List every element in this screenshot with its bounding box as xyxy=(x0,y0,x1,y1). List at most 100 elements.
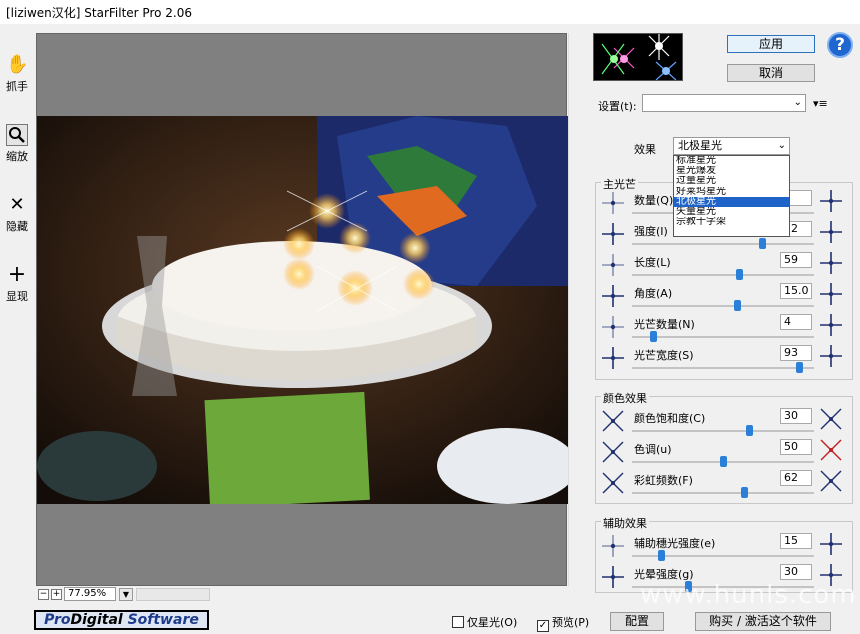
checkbox-checked-icon: ✓ xyxy=(537,620,549,632)
effect-option[interactable]: 过量星光 xyxy=(674,176,789,186)
chevron-down-icon: ⌄ xyxy=(777,140,786,151)
chevron-down-icon: ⌄ xyxy=(793,97,802,108)
param-slider-track[interactable] xyxy=(632,274,814,276)
param-value-field[interactable]: 50 xyxy=(780,439,812,455)
slider-row: 光芒宽度(S) 93 xyxy=(600,345,850,375)
slider-row: 光芒数量(N) 4 xyxy=(600,314,850,344)
reset-button[interactable]: 配置 xyxy=(610,612,664,631)
tool-hand[interactable]: ✋ 抓手 xyxy=(2,54,32,94)
param-value-field[interactable]: 62 xyxy=(780,470,812,486)
param-right-star-icon xyxy=(818,406,846,434)
zoom-out-button[interactable]: − xyxy=(38,589,49,600)
param-label: 辅助穗光强度(e) xyxy=(634,537,716,550)
param-value-field[interactable]: 4 xyxy=(780,314,812,330)
settings-menu-icon[interactable]: ▾≡ xyxy=(813,97,828,110)
param-label: 强度(I) xyxy=(634,225,668,238)
tool-show[interactable]: + 显现 xyxy=(2,264,32,304)
zoom-dropdown-button[interactable]: ▼ xyxy=(119,588,133,601)
param-slider-track[interactable] xyxy=(632,367,814,369)
param-left-star-icon xyxy=(600,564,626,590)
param-slider-track[interactable] xyxy=(632,243,814,245)
param-slider-knob[interactable] xyxy=(736,269,743,280)
param-slider-knob[interactable] xyxy=(741,487,748,498)
title-bar: [liziwen汉化] StarFilter Pro 2.06 xyxy=(0,0,860,24)
stars-only-checkbox[interactable]: 仅星光(O) xyxy=(452,614,517,630)
param-slider-knob[interactable] xyxy=(734,300,741,311)
zoom-in-button[interactable]: + xyxy=(51,589,62,600)
tool-hide[interactable]: ✕ 隐藏 xyxy=(2,194,32,234)
param-left-star-icon xyxy=(600,190,626,216)
effect-option[interactable]: 标准星光 xyxy=(674,156,789,166)
param-value-field[interactable]: 59 xyxy=(780,252,812,268)
effect-label: 效果 xyxy=(634,143,656,156)
slider-row: 角度(A) 15.0 xyxy=(600,283,850,313)
param-value-field[interactable]: 15.0 xyxy=(780,283,812,299)
param-left-star-icon xyxy=(600,408,626,434)
apply-button[interactable]: 应用 xyxy=(727,35,815,53)
horizontal-scrollbar[interactable] xyxy=(136,588,210,601)
aux-effects-title: 辅助效果 xyxy=(601,515,649,531)
effect-option[interactable]: 星光爆发 xyxy=(674,166,789,176)
tool-hide-label: 隐藏 xyxy=(6,220,28,233)
tool-show-label: 显现 xyxy=(6,290,28,303)
param-right-star-icon xyxy=(818,250,846,278)
zoom-level-field[interactable]: 77.95% xyxy=(64,587,116,601)
param-right-star-icon xyxy=(818,281,846,309)
cancel-button[interactable]: 取消 xyxy=(727,64,815,82)
param-slider-track[interactable] xyxy=(632,492,814,494)
param-slider-knob[interactable] xyxy=(796,362,803,373)
effect-dropdown-list[interactable]: 标准星光 星光爆发 过量星光 好莱坞星光 北极星光 矢量星光 宗教十字架 xyxy=(673,155,790,237)
param-left-star-icon xyxy=(600,470,626,496)
param-left-star-icon xyxy=(600,345,626,371)
param-label: 长度(L) xyxy=(634,256,671,269)
param-slider-knob[interactable] xyxy=(746,425,753,436)
param-value-field[interactable]: 30 xyxy=(780,408,812,424)
settings-select[interactable]: ⌄ xyxy=(642,94,806,112)
vertical-scrollbar[interactable] xyxy=(568,33,582,586)
param-label: 颜色饱和度(C) xyxy=(634,412,706,425)
param-right-star-icon xyxy=(818,531,846,559)
buy-activate-button[interactable]: 购买 / 激活这个软件 xyxy=(695,612,831,631)
effect-option[interactable]: 宗教十字架 xyxy=(674,217,789,227)
param-slider-track[interactable] xyxy=(632,336,814,338)
tool-zoom[interactable]: 缩放 xyxy=(2,124,32,164)
param-label: 光芒数量(N) xyxy=(634,318,695,331)
param-slider-knob[interactable] xyxy=(650,331,657,342)
param-right-star-icon xyxy=(818,343,846,371)
effect-thumbnail xyxy=(593,33,683,81)
checkbox-unchecked-icon xyxy=(452,616,464,628)
preview-checkbox[interactable]: ✓ 预览(P) xyxy=(537,614,589,632)
param-right-star-icon xyxy=(818,188,846,216)
param-label: 色调(u) xyxy=(634,443,672,456)
param-value-field[interactable]: 93 xyxy=(780,345,812,361)
effect-option[interactable]: 好莱坞星光 xyxy=(674,187,789,197)
param-label: 光芒宽度(S) xyxy=(634,349,694,362)
magnifier-icon xyxy=(6,124,28,146)
param-left-star-icon xyxy=(600,533,626,559)
param-slider-knob[interactable] xyxy=(720,456,727,467)
param-slider-track[interactable] xyxy=(632,305,814,307)
effect-option[interactable]: 矢量星光 xyxy=(674,207,789,217)
param-slider-knob[interactable] xyxy=(759,238,766,249)
color-effects-title: 颜色效果 xyxy=(601,390,649,406)
param-slider-track[interactable] xyxy=(632,430,814,432)
tool-hand-label: 抓手 xyxy=(6,80,28,93)
slider-row: 彩虹频数(F) 62 xyxy=(600,470,850,500)
x-icon: ✕ xyxy=(9,194,25,215)
hand-icon: ✋ xyxy=(6,54,29,75)
preview-canvas[interactable] xyxy=(36,33,568,586)
param-right-star-icon xyxy=(818,219,846,247)
effect-select[interactable]: 北极星光 ⌄ xyxy=(673,137,790,155)
logo-software: Software xyxy=(122,612,199,628)
param-left-star-icon xyxy=(600,314,626,340)
param-value-field[interactable]: 15 xyxy=(780,533,812,549)
param-label: 角度(A) xyxy=(634,287,673,300)
help-button[interactable]: ? xyxy=(827,32,853,58)
preview-photo xyxy=(37,116,568,504)
status-bar xyxy=(36,587,582,601)
effect-option-selected[interactable]: 北极星光 xyxy=(674,196,789,207)
slider-row: 辅助穗光强度(e) 15 xyxy=(600,533,850,563)
param-slider-knob[interactable] xyxy=(658,550,665,561)
param-left-star-icon xyxy=(600,221,626,247)
param-value-field[interactable]: 30 xyxy=(780,564,812,580)
